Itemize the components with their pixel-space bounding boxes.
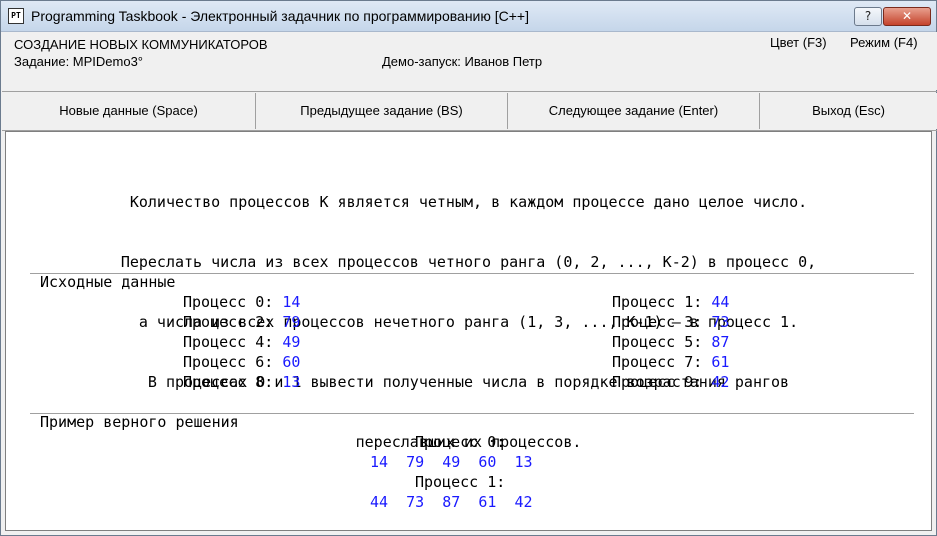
process-input: Процесс 3: 73 (612, 313, 730, 331)
process-input: Процесс 2: 79 (183, 313, 301, 331)
process-input: Процесс 0: 14 (183, 293, 301, 311)
description-line: Переслать числа из всех процессов четног… (120, 253, 817, 271)
navigation-buttons: Новые данные (Space) Предыдущее задание … (2, 91, 937, 131)
demo-run-label: Демо-запуск: Иванов Петр (382, 54, 543, 69)
close-button[interactable]: ✕ (883, 7, 931, 26)
app-icon: PT (8, 8, 24, 24)
description-line: Количество процессов K является четным, … (129, 193, 808, 211)
window-title: Programming Taskbook - Электронный задач… (31, 8, 529, 24)
solution-process-1-label: Процесс 1: (415, 473, 506, 491)
task-info-bar: СОЗДАНИЕ НОВЫХ КОММУНИКАТОРОВ Задание: M… (2, 32, 937, 90)
solution-process-0-label: Процесс 0: (415, 433, 506, 451)
input-section-label: Исходные данные (40, 273, 176, 291)
next-task-button[interactable]: Следующее задание (Enter) (508, 93, 760, 129)
mode-button[interactable]: Режим (F4) (850, 35, 918, 50)
previous-task-button[interactable]: Предыдущее задание (BS) (256, 93, 508, 129)
exit-button[interactable]: Выход (Esc) (760, 93, 937, 129)
process-input: Процесс 4: 49 (183, 333, 301, 351)
process-input: Процесс 1: 44 (612, 293, 730, 311)
title-bar[interactable]: PT Programming Taskbook - Электронный за… (1, 1, 936, 32)
task-name: Задание: MPIDemo3° (14, 54, 144, 69)
new-data-button[interactable]: Новые данные (Space) (2, 93, 256, 129)
process-input: Процесс 9: 42 (612, 373, 730, 391)
description-line: В процессах 0 и 1 вывести полученные чис… (147, 373, 790, 391)
help-button[interactable]: ? (854, 7, 882, 26)
app-window: PT Programming Taskbook - Электронный за… (0, 0, 937, 536)
process-input: Процесс 5: 87 (612, 333, 730, 351)
process-input: Процесс 6: 60 (183, 353, 301, 371)
process-input: Процесс 7: 61 (612, 353, 730, 371)
task-content-panel: Количество процессов K является четным, … (5, 131, 932, 531)
process-input: Процесс 8: 13 (183, 373, 301, 391)
description-line: а числа из всех процессов нечетного ранг… (138, 313, 799, 331)
color-button[interactable]: Цвет (F3) (770, 35, 827, 50)
section-title: СОЗДАНИЕ НОВЫХ КОММУНИКАТОРОВ (14, 37, 268, 52)
solution-process-0-values: 14 79 49 60 13 (370, 453, 533, 471)
solution-process-1-values: 44 73 87 61 42 (370, 493, 533, 511)
solution-section-label: Пример верного решения (40, 413, 239, 431)
